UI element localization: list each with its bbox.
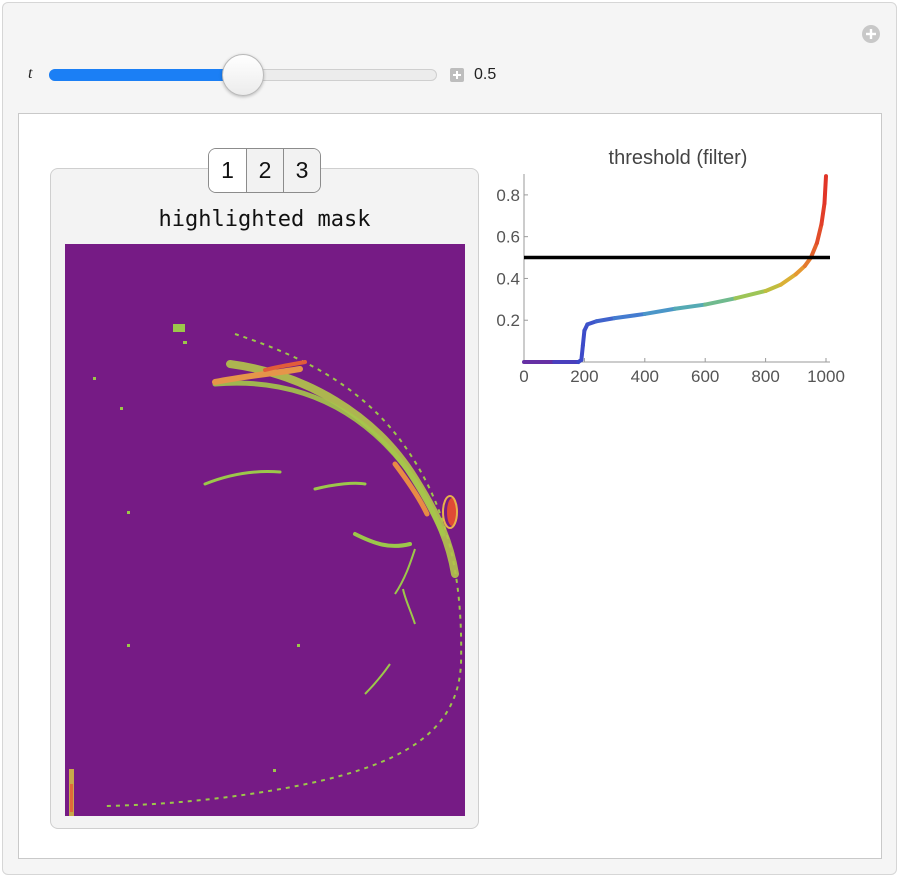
x-tick-label: 0 [519,367,528,386]
series-segment [703,296,738,307]
series-segment [733,288,768,301]
tab-1[interactable]: 1 [209,149,246,192]
slider-value: 0.5 [474,66,497,83]
series-segment [814,222,824,245]
series-segment [673,302,708,311]
slider-param-label: t [28,65,33,82]
view-tabs: 1 2 3 [208,148,321,193]
series-segment [612,311,647,321]
series-segment [822,174,828,206]
expand-slider-icon[interactable] [450,68,464,82]
mask-title: highlighted mask [158,207,371,232]
mask-background [65,244,465,816]
series-segment [819,201,827,227]
series-segment [808,240,819,260]
highlighted-mask-image [65,244,465,816]
series-segment [579,343,585,362]
series-segment [778,272,798,287]
series-segment [580,328,587,348]
y-tick-label: 0.6 [496,228,520,247]
series-segment [594,316,617,324]
threshold-chart: 0 200 400 600 800 1000 0.2 0.4 0.6 0.8 [496,174,845,386]
y-tick-label: 0.4 [496,269,520,288]
slider-fill [49,69,243,81]
x-tick-label: 400 [631,367,659,386]
x-tick-label: 1000 [807,367,845,386]
x-tick-label: 800 [751,367,779,386]
x-tick-label: 600 [691,367,719,386]
series-segment [763,282,783,293]
slider-thumb[interactable] [222,54,264,96]
tab-2[interactable]: 2 [246,149,283,192]
x-tick-label: 200 [570,367,598,386]
add-bookmark-icon[interactable] [861,24,881,44]
y-tick-label: 0.2 [496,311,520,330]
y-tick-label: 0.8 [496,186,520,205]
tab-3[interactable]: 3 [283,149,320,192]
series-segment [642,306,677,316]
